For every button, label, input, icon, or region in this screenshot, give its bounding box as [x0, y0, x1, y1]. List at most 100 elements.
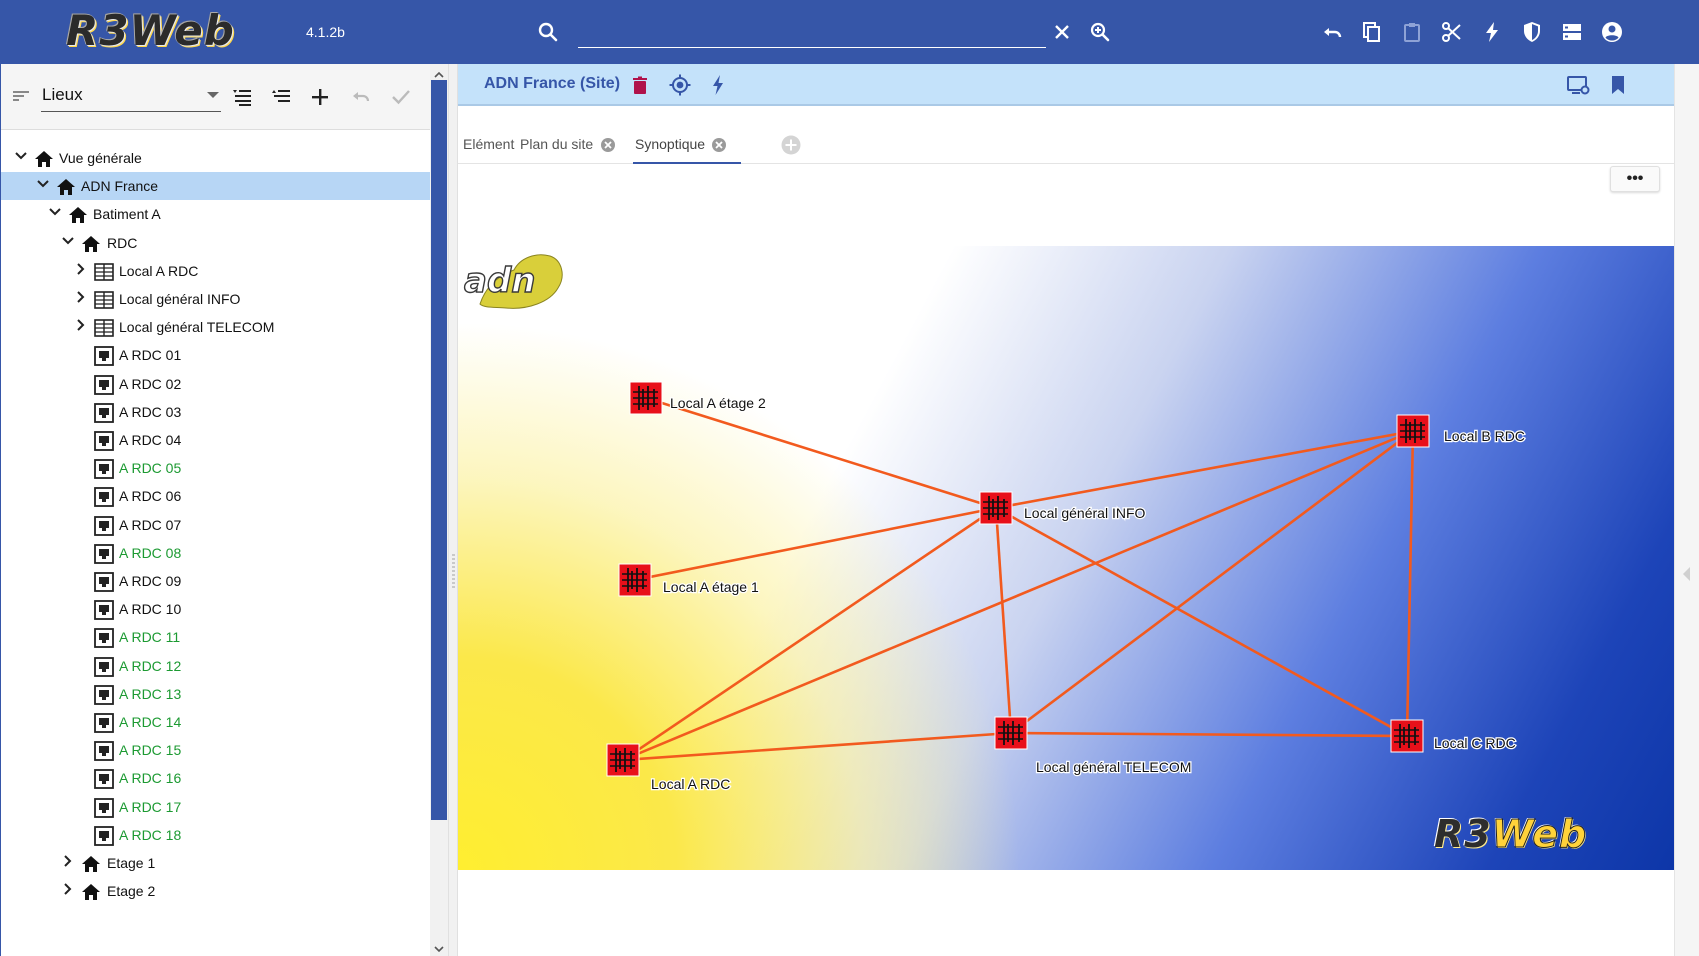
undo-tree-icon[interactable] — [348, 84, 374, 110]
sort-icon[interactable] — [11, 86, 31, 106]
tree-item[interactable]: Etage 1 — [1, 849, 431, 877]
node-a2[interactable]: Local A étage 2 — [629, 381, 767, 415]
tree-item[interactable]: A RDC 07 — [1, 511, 431, 539]
collapse-list-icon[interactable] — [268, 84, 294, 110]
tree-scrollbar-thumb[interactable] — [431, 80, 447, 820]
close-tab-icon[interactable] — [600, 137, 616, 153]
tree-scrollbar[interactable] — [430, 64, 448, 956]
link-info-brdc[interactable] — [995, 429, 1414, 510]
add-tab-icon[interactable] — [780, 134, 802, 156]
chevron-down-icon[interactable] — [47, 204, 63, 220]
tree-item[interactable]: A RDC 08 — [1, 539, 431, 567]
tab-element-label: Elément — [463, 136, 515, 152]
scroll-up-icon[interactable] — [434, 67, 444, 78]
outlet-icon — [93, 571, 115, 593]
clear-icon[interactable] — [1050, 20, 1074, 44]
node-label: Local A étage 1 — [663, 579, 759, 595]
tree-item-label: Local général TELECOM — [119, 319, 275, 335]
node-crdc[interactable]: Local C RDC — [1390, 719, 1517, 753]
tree-item[interactable]: A RDC 09 — [1, 567, 431, 595]
more-options-button[interactable]: ••• — [1610, 166, 1660, 192]
tree-item[interactable]: RDC — [1, 229, 431, 257]
location-tree: Vue générale ADN France Batiment A RDC Local… — [1, 144, 431, 956]
paste-icon[interactable] — [1400, 18, 1424, 46]
tree-item[interactable]: A RDC 12 — [1, 652, 431, 680]
account-icon[interactable] — [1600, 18, 1624, 46]
link-tel-brdc[interactable] — [1010, 429, 1414, 735]
flash-icon[interactable] — [1480, 18, 1504, 46]
tree-item[interactable]: A RDC 04 — [1, 426, 431, 454]
expand-side-icon[interactable] — [1683, 567, 1690, 581]
shield-icon[interactable] — [1520, 18, 1544, 46]
tree-item[interactable]: A RDC 11 — [1, 623, 431, 651]
link-ardc-brdc[interactable] — [622, 429, 1414, 762]
tab-synoptique[interactable]: Synoptique — [633, 128, 741, 164]
node-brdc[interactable]: Local B RDC — [1396, 414, 1526, 448]
tree-item[interactable]: A RDC 03 — [1, 398, 431, 426]
undo-icon[interactable] — [1320, 18, 1344, 46]
bookmark-icon[interactable] — [1606, 73, 1630, 97]
zoom-search-icon[interactable] — [1088, 20, 1112, 44]
chevron-right-icon[interactable] — [73, 289, 89, 305]
chevron-down-icon[interactable] — [35, 176, 51, 192]
tree-item[interactable]: A RDC 05 — [1, 454, 431, 482]
chevron-right-icon[interactable] — [73, 317, 89, 333]
link-a2-info[interactable] — [645, 396, 997, 510]
screen-settings-icon[interactable] — [1566, 73, 1590, 97]
copy-icon[interactable] — [1360, 18, 1384, 46]
chevron-right-icon[interactable] — [60, 853, 76, 869]
tree-item[interactable]: Local général INFO — [1, 285, 431, 313]
tree-item[interactable]: A RDC 06 — [1, 482, 431, 510]
link-tel-crdc[interactable] — [1010, 731, 1408, 738]
scroll-down-icon[interactable] — [434, 941, 444, 953]
tree-item[interactable]: A RDC 13 — [1, 680, 431, 708]
tree-item[interactable]: A RDC 10 — [1, 595, 431, 623]
tree-item[interactable]: A RDC 17 — [1, 793, 431, 821]
server-icon[interactable] — [1560, 18, 1584, 46]
node-ardc[interactable]: Local A RDC — [606, 743, 732, 793]
panel-splitter[interactable] — [448, 64, 458, 956]
tree-item[interactable]: A RDC 16 — [1, 764, 431, 792]
search-input[interactable] — [578, 20, 1046, 48]
flash-action-icon[interactable] — [706, 73, 730, 97]
tree-item[interactable]: ADN France — [1, 172, 431, 200]
delete-icon[interactable] — [628, 73, 652, 97]
locate-icon[interactable] — [668, 73, 692, 97]
search-icon[interactable] — [536, 20, 560, 44]
chevron-right-icon[interactable] — [60, 881, 76, 897]
tree-item[interactable]: Local général TELECOM — [1, 313, 431, 341]
outlet-icon — [93, 627, 115, 649]
home-icon — [33, 148, 55, 170]
tree-item-label: Local général INFO — [119, 291, 241, 307]
tree-item[interactable]: A RDC 01 — [1, 341, 431, 369]
cut-icon[interactable] — [1440, 18, 1464, 46]
tree-item[interactable]: A RDC 15 — [1, 736, 431, 764]
expand-list-icon[interactable] — [229, 84, 255, 110]
chevron-down-icon[interactable] — [13, 148, 29, 164]
chevron-down-icon — [207, 92, 219, 98]
close-tab-icon[interactable] — [711, 137, 727, 153]
add-icon[interactable] — [307, 84, 333, 110]
chevron-right-icon[interactable] — [73, 261, 89, 277]
tree-item-label: A RDC 04 — [119, 432, 182, 448]
tree-item[interactable]: A RDC 02 — [1, 370, 431, 398]
tab-element[interactable]: Elément — [463, 128, 515, 164]
location-type-select[interactable]: Lieux — [41, 80, 221, 112]
check-icon[interactable] — [388, 84, 414, 110]
link-brdc-crdc[interactable] — [1405, 430, 1415, 737]
tree-item[interactable]: Local A RDC — [1, 257, 431, 285]
tree-item[interactable]: A RDC 18 — [1, 821, 431, 849]
tree-item[interactable]: Etage 2 — [1, 877, 431, 905]
splitter-grip[interactable] — [452, 554, 455, 588]
tab-plan-du-site[interactable]: Plan du site — [520, 128, 630, 164]
home-icon — [80, 233, 102, 255]
tree-item[interactable]: A RDC 14 — [1, 708, 431, 736]
tree-item[interactable]: Batiment A — [1, 200, 431, 228]
link-info-tel[interactable] — [994, 507, 1013, 734]
node-label: Local C RDC — [1434, 735, 1516, 751]
node-label: Local A RDC — [651, 776, 730, 792]
node-tel[interactable]: Local général TELECOM — [994, 716, 1193, 776]
chevron-down-icon[interactable] — [60, 233, 76, 249]
tree-item[interactable]: Vue générale — [1, 144, 431, 172]
link-info-crdc[interactable] — [995, 506, 1408, 738]
